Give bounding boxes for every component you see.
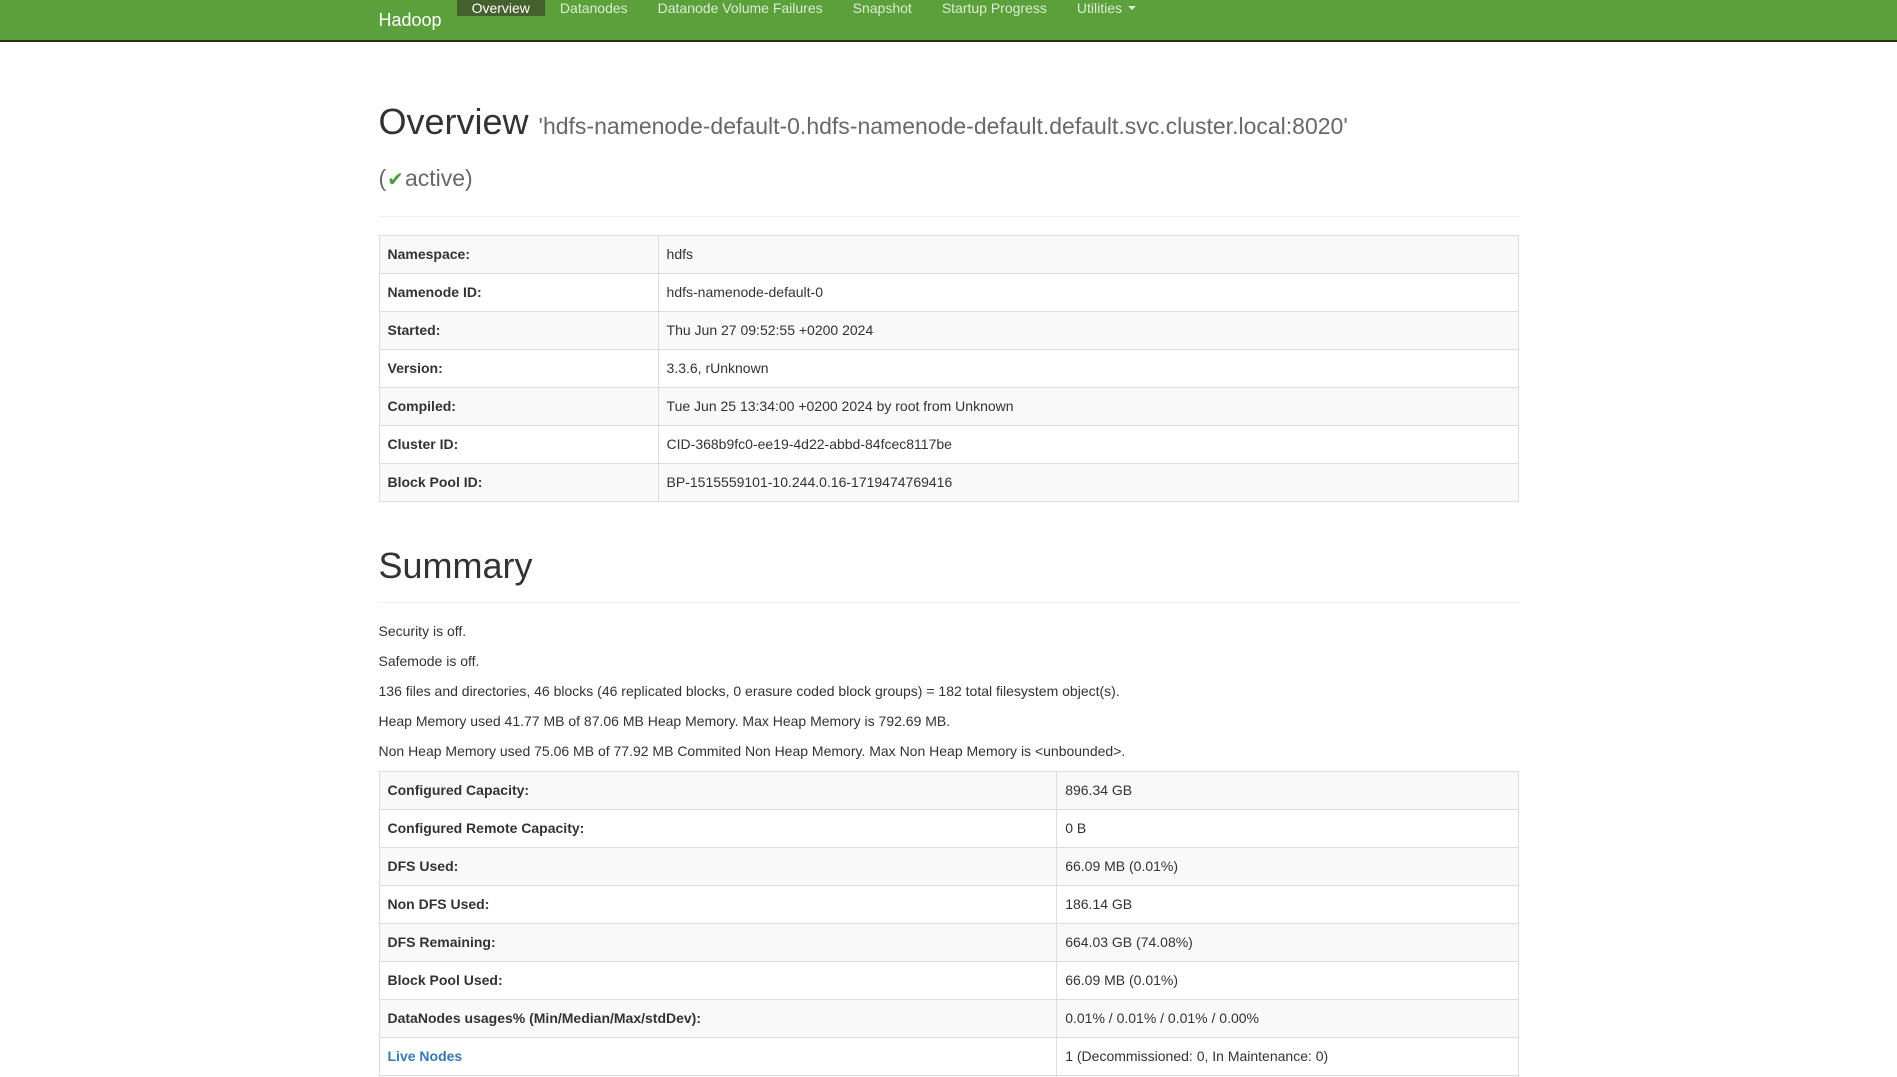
- row-label: Block Pool Used:: [379, 962, 1057, 1000]
- table-row: Namenode ID:hdfs-namenode-default-0: [379, 274, 1518, 312]
- table-row: Cluster ID:CID-368b9fc0-ee19-4d22-abbd-8…: [379, 426, 1518, 464]
- row-value: 664.03 GB (74.08%): [1057, 924, 1518, 962]
- security-status: Security is off.: [379, 621, 1519, 641]
- row-label: DataNodes usages% (Min/Median/Max/stdDev…: [379, 1000, 1057, 1038]
- heap-memory-summary: Heap Memory used 41.77 MB of 87.06 MB He…: [379, 711, 1519, 731]
- navbar-container: Hadoop Overview Datanodes Datanode Volum…: [364, 0, 1534, 40]
- overview-header: Overview 'hdfs-namenode-default-0.hdfs-n…: [379, 98, 1519, 217]
- row-value: 896.34 GB: [1057, 772, 1518, 810]
- row-value: 1 (Decommissioned: 0, In Maintenance: 0): [1057, 1038, 1518, 1076]
- row-label: Version:: [379, 350, 658, 388]
- nav-item-utilities[interactable]: Utilities: [1062, 0, 1151, 16]
- utilities-label: Utilities: [1077, 0, 1122, 16]
- table-row: Compiled:Tue Jun 25 13:34:00 +0200 2024 …: [379, 388, 1518, 426]
- row-value: CID-368b9fc0-ee19-4d22-abbd-84fcec8117be: [658, 426, 1518, 464]
- row-label: Non DFS Used:: [379, 886, 1057, 924]
- namenode-state: (✔active): [379, 165, 473, 191]
- row-label: Compiled:: [379, 388, 658, 426]
- row-label: DFS Remaining:: [379, 924, 1057, 962]
- state-label: active): [405, 165, 473, 191]
- nav-item-snapshot[interactable]: Snapshot: [838, 0, 927, 16]
- table-row: Block Pool ID:BP-1515559101-10.244.0.16-…: [379, 464, 1518, 502]
- row-label: Started:: [379, 312, 658, 350]
- navbar-menu: Overview Datanodes Datanode Volume Failu…: [457, 0, 1151, 40]
- summary-header: Summary: [379, 542, 1519, 603]
- row-value: 3.3.6, rUnknown: [658, 350, 1518, 388]
- row-value: Tue Jun 25 13:34:00 +0200 2024 by root f…: [658, 388, 1518, 426]
- table-row: Configured Capacity:896.34 GB: [379, 772, 1518, 810]
- page-title-text: Overview: [379, 101, 529, 142]
- table-row: DFS Used:66.09 MB (0.01%): [379, 848, 1518, 886]
- table-row: Namespace:hdfs: [379, 236, 1518, 274]
- main-content: Overview 'hdfs-namenode-default-0.hdfs-n…: [364, 98, 1534, 1077]
- row-label: Configured Capacity:: [379, 772, 1057, 810]
- navbar: Hadoop Overview Datanodes Datanode Volum…: [0, 0, 1897, 42]
- chevron-down-icon: [1128, 6, 1136, 10]
- filesystem-objects-summary: 136 files and directories, 46 blocks (46…: [379, 681, 1519, 701]
- row-value: BP-1515559101-10.244.0.16-1719474769416: [658, 464, 1518, 502]
- row-label: Namespace:: [379, 236, 658, 274]
- row-label: Cluster ID:: [379, 426, 658, 464]
- nav-item-overview[interactable]: Overview: [457, 0, 545, 16]
- row-value: hdfs-namenode-default-0: [658, 274, 1518, 312]
- row-label: Live Nodes: [379, 1038, 1057, 1076]
- table-row: Non DFS Used:186.14 GB: [379, 886, 1518, 924]
- table-row: Live Nodes 1 (Decommissioned: 0, In Maint…: [379, 1038, 1518, 1076]
- nav-item-startup-progress[interactable]: Startup Progress: [927, 0, 1062, 16]
- table-row: DataNodes usages% (Min/Median/Max/stdDev…: [379, 1000, 1518, 1038]
- summary-title: Summary: [379, 542, 1519, 590]
- row-label: Block Pool ID:: [379, 464, 658, 502]
- row-label: Namenode ID:: [379, 274, 658, 312]
- row-label: DFS Used:: [379, 848, 1057, 886]
- live-nodes-link[interactable]: Live Nodes: [388, 1048, 463, 1064]
- safemode-status: Safemode is off.: [379, 651, 1519, 671]
- hadoop-brand[interactable]: Hadoop: [379, 0, 457, 40]
- active-check-icon: ✔: [386, 169, 405, 191]
- row-value: 0.01% / 0.01% / 0.01% / 0.00%: [1057, 1000, 1518, 1038]
- namenode-address: 'hdfs-namenode-default-0.hdfs-namenode-d…: [539, 113, 1348, 139]
- row-value: 0 B: [1057, 810, 1518, 848]
- nav-item-datanode-volume-failures[interactable]: Datanode Volume Failures: [643, 0, 838, 16]
- table-row: Started:Thu Jun 27 09:52:55 +0200 2024: [379, 312, 1518, 350]
- row-value: 66.09 MB (0.01%): [1057, 962, 1518, 1000]
- row-value: 66.09 MB (0.01%): [1057, 848, 1518, 886]
- table-row: DFS Remaining:664.03 GB (74.08%): [379, 924, 1518, 962]
- table-row: Block Pool Used:66.09 MB (0.01%): [379, 962, 1518, 1000]
- non-heap-memory-summary: Non Heap Memory used 75.06 MB of 77.92 M…: [379, 741, 1519, 761]
- table-row: Configured Remote Capacity:0 B: [379, 810, 1518, 848]
- namenode-info-table: Namespace:hdfs Namenode ID:hdfs-namenode…: [379, 235, 1519, 502]
- summary-table: Configured Capacity:896.34 GB Configured…: [379, 771, 1519, 1077]
- row-value: Thu Jun 27 09:52:55 +0200 2024: [658, 312, 1518, 350]
- row-label: Configured Remote Capacity:: [379, 810, 1057, 848]
- table-row: Version:3.3.6, rUnknown: [379, 350, 1518, 388]
- row-value: 186.14 GB: [1057, 886, 1518, 924]
- page-title: Overview 'hdfs-namenode-default-0.hdfs-n…: [379, 98, 1519, 204]
- row-value: hdfs: [658, 236, 1518, 274]
- nav-item-datanodes[interactable]: Datanodes: [545, 0, 643, 16]
